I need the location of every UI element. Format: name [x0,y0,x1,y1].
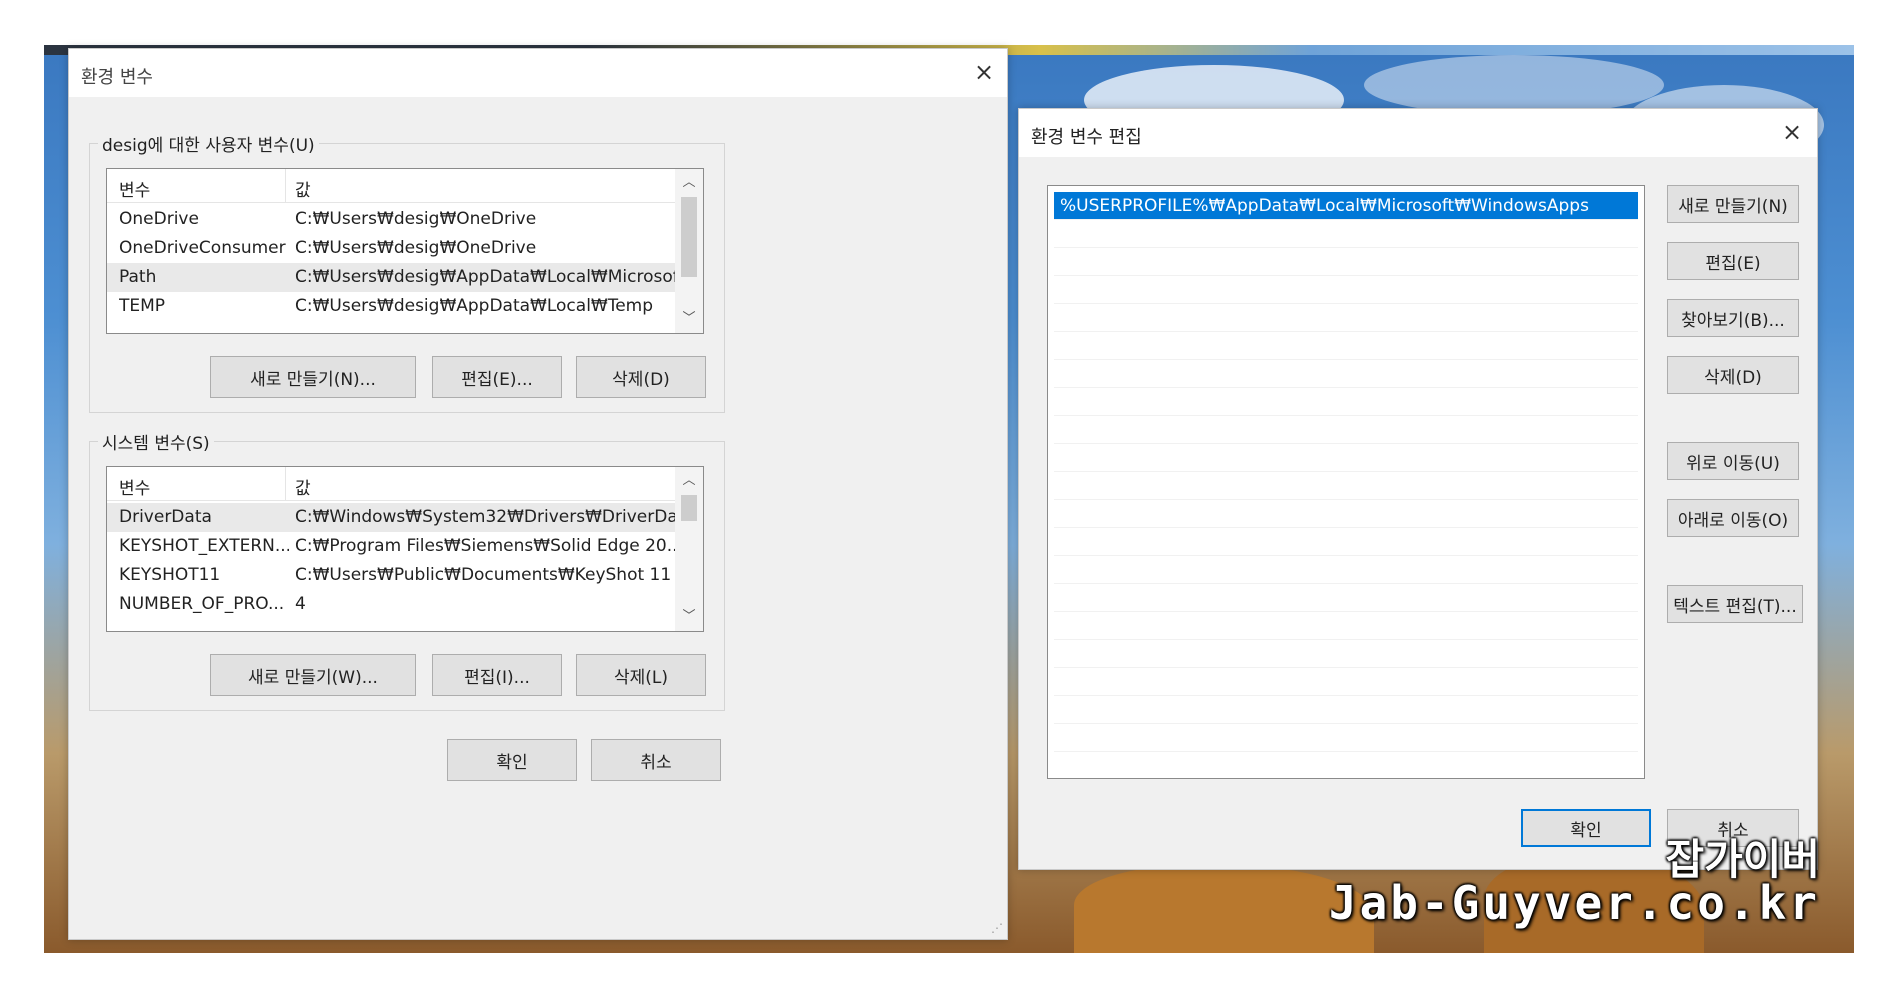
list-item[interactable] [1054,612,1638,640]
system-edit-button[interactable]: 편집(I)... [432,654,562,696]
variable-name: OneDriveConsumer [119,238,286,258]
variable-value: C:₩Windows₩System32₩Drivers₩DriverData [295,507,675,527]
user-variables-list[interactable]: 변수 값 OneDrive C:₩Users₩desig₩OneDrive On… [106,168,704,334]
list-item[interactable] [1054,500,1638,528]
text-edit-button[interactable]: 텍스트 편집(T)... [1667,585,1803,623]
list-item[interactable] [1054,276,1638,304]
list-item[interactable]: %USERPROFILE%₩AppData₩Local₩Microsoft₩Wi… [1054,192,1638,220]
list-item[interactable] [1054,360,1638,388]
system-new-button[interactable]: 새로 만들기(W)... [210,654,416,696]
system-variables-group: 시스템 변수(S) 변수 값 DriverData C:₩Windows₩Sys… [89,429,725,711]
browse-button[interactable]: 찾아보기(B)... [1667,299,1799,337]
close-icon[interactable]: × [1779,119,1805,145]
table-row[interactable]: Path C:₩Users₩desig₩AppData₩Local₩Micros… [107,263,675,292]
scroll-down-icon[interactable]: ﹀ [675,603,703,631]
path-entries-list[interactable]: %USERPROFILE%₩AppData₩Local₩Microsoft₩Wi… [1047,185,1645,779]
list-item[interactable] [1054,472,1638,500]
cancel-button[interactable]: 취소 [591,739,721,781]
group-label: desig에 대한 사용자 변수(U) [98,131,319,156]
table-row[interactable]: KEYSHOT_EXTERN... C:₩Program Files₩Sieme… [107,532,675,561]
table-row[interactable]: OneDriveConsumer C:₩Users₩desig₩OneDrive [107,234,675,263]
delete-button[interactable]: 삭제(D) [1667,356,1799,394]
list-item[interactable] [1054,304,1638,332]
list-item[interactable] [1054,248,1638,276]
list-item[interactable] [1054,220,1638,248]
title-bar: 환경 변수 편집 × [1019,109,1817,157]
edit-environment-variable-dialog: 환경 변수 편집 × %USERPROFILE%₩AppData₩Local₩M… [1018,108,1818,870]
list-item[interactable] [1054,668,1638,696]
move-down-button[interactable]: 아래로 이동(O) [1667,499,1799,537]
user-variables-group: desig에 대한 사용자 변수(U) 변수 값 OneDrive C:₩Use… [89,131,725,413]
variable-value: C:₩Users₩Public₩Documents₩KeyShot 11 [295,565,672,585]
list-item[interactable] [1054,584,1638,612]
close-icon[interactable]: × [971,59,997,85]
dialog-title: 환경 변수 편집 [1031,127,1142,148]
table-row[interactable]: TEMP C:₩Users₩desig₩AppData₩Local₩Temp [107,292,675,321]
new-button[interactable]: 새로 만들기(N) [1667,185,1799,223]
scroll-up-icon[interactable]: ︿ [675,467,703,495]
variable-value: C:₩Users₩desig₩AppData₩Local₩Microsof... [295,267,675,287]
resize-grip-icon[interactable]: ⋰ [991,921,1003,935]
path-entry-text: %USERPROFILE%₩AppData₩Local₩Microsoft₩Wi… [1060,196,1589,216]
scroll-thumb[interactable] [681,495,697,521]
user-new-button[interactable]: 새로 만들기(N)... [210,356,416,398]
list-header: 변수 값 [107,467,675,501]
list-item[interactable] [1054,528,1638,556]
table-row[interactable]: OneDrive C:₩Users₩desig₩OneDrive [107,205,675,234]
cloud-shape [1364,55,1664,115]
column-header-value[interactable]: 값 [295,176,311,201]
environment-variables-dialog: 환경 변수 × desig에 대한 사용자 변수(U) 변수 값 OneDriv… [68,48,1008,940]
scroll-up-icon[interactable]: ︿ [675,169,703,197]
column-header-value[interactable]: 값 [295,474,311,499]
vertical-scrollbar[interactable]: ︿ ﹀ [675,169,703,333]
ok-button[interactable]: 확인 [1521,809,1651,847]
table-row[interactable]: DriverData C:₩Windows₩System32₩Drivers₩D… [107,503,675,532]
variable-name: NUMBER_OF_PRO... [119,594,285,614]
variable-value: C:₩Users₩desig₩AppData₩Local₩Temp [295,296,654,316]
list-item[interactable] [1054,416,1638,444]
table-row[interactable]: KEYSHOT11 C:₩Users₩Public₩Documents₩KeyS… [107,561,675,590]
list-item[interactable] [1054,640,1638,668]
list-item[interactable] [1054,556,1638,584]
list-header: 변수 값 [107,169,675,203]
variable-name: Path [119,267,157,287]
user-delete-button[interactable]: 삭제(D) [576,356,706,398]
user-edit-button[interactable]: 편집(E)... [432,356,562,398]
variable-name: TEMP [119,296,166,316]
edit-button[interactable]: 편집(E) [1667,242,1799,280]
scroll-down-icon[interactable]: ﹀ [675,305,703,333]
list-item[interactable] [1054,724,1638,752]
watermark-domain: Jab-Guyver.co.kr [1328,876,1820,930]
dialog-title: 환경 변수 [81,67,153,88]
variable-name: KEYSHOT_EXTERN... [119,536,289,556]
variable-value: 4 [295,594,306,614]
list-item[interactable] [1054,696,1638,724]
column-header-variable[interactable]: 변수 [119,474,150,499]
variable-name: DriverData [119,507,212,527]
vertical-scrollbar[interactable]: ︿ ﹀ [675,467,703,631]
scroll-thumb[interactable] [681,197,697,277]
ok-button[interactable]: 확인 [447,739,577,781]
group-label: 시스템 변수(S) [98,429,214,454]
variable-value: C:₩Users₩desig₩OneDrive [295,238,537,258]
table-row[interactable]: NUMBER_OF_PRO... 4 [107,590,675,619]
title-bar: 환경 변수 × [69,49,1007,97]
list-item[interactable] [1054,444,1638,472]
variable-value: C:₩Program Files₩Siemens₩Solid Edge 20..… [295,536,675,556]
system-variables-list[interactable]: 변수 값 DriverData C:₩Windows₩System32₩Driv… [106,466,704,632]
move-up-button[interactable]: 위로 이동(U) [1667,442,1799,480]
column-header-variable[interactable]: 변수 [119,176,150,201]
list-item[interactable] [1054,332,1638,360]
variable-name: KEYSHOT11 [119,565,221,585]
variable-name: OneDrive [119,209,199,229]
list-item[interactable] [1054,388,1638,416]
variable-value: C:₩Users₩desig₩OneDrive [295,209,537,229]
system-delete-button[interactable]: 삭제(L) [576,654,706,696]
